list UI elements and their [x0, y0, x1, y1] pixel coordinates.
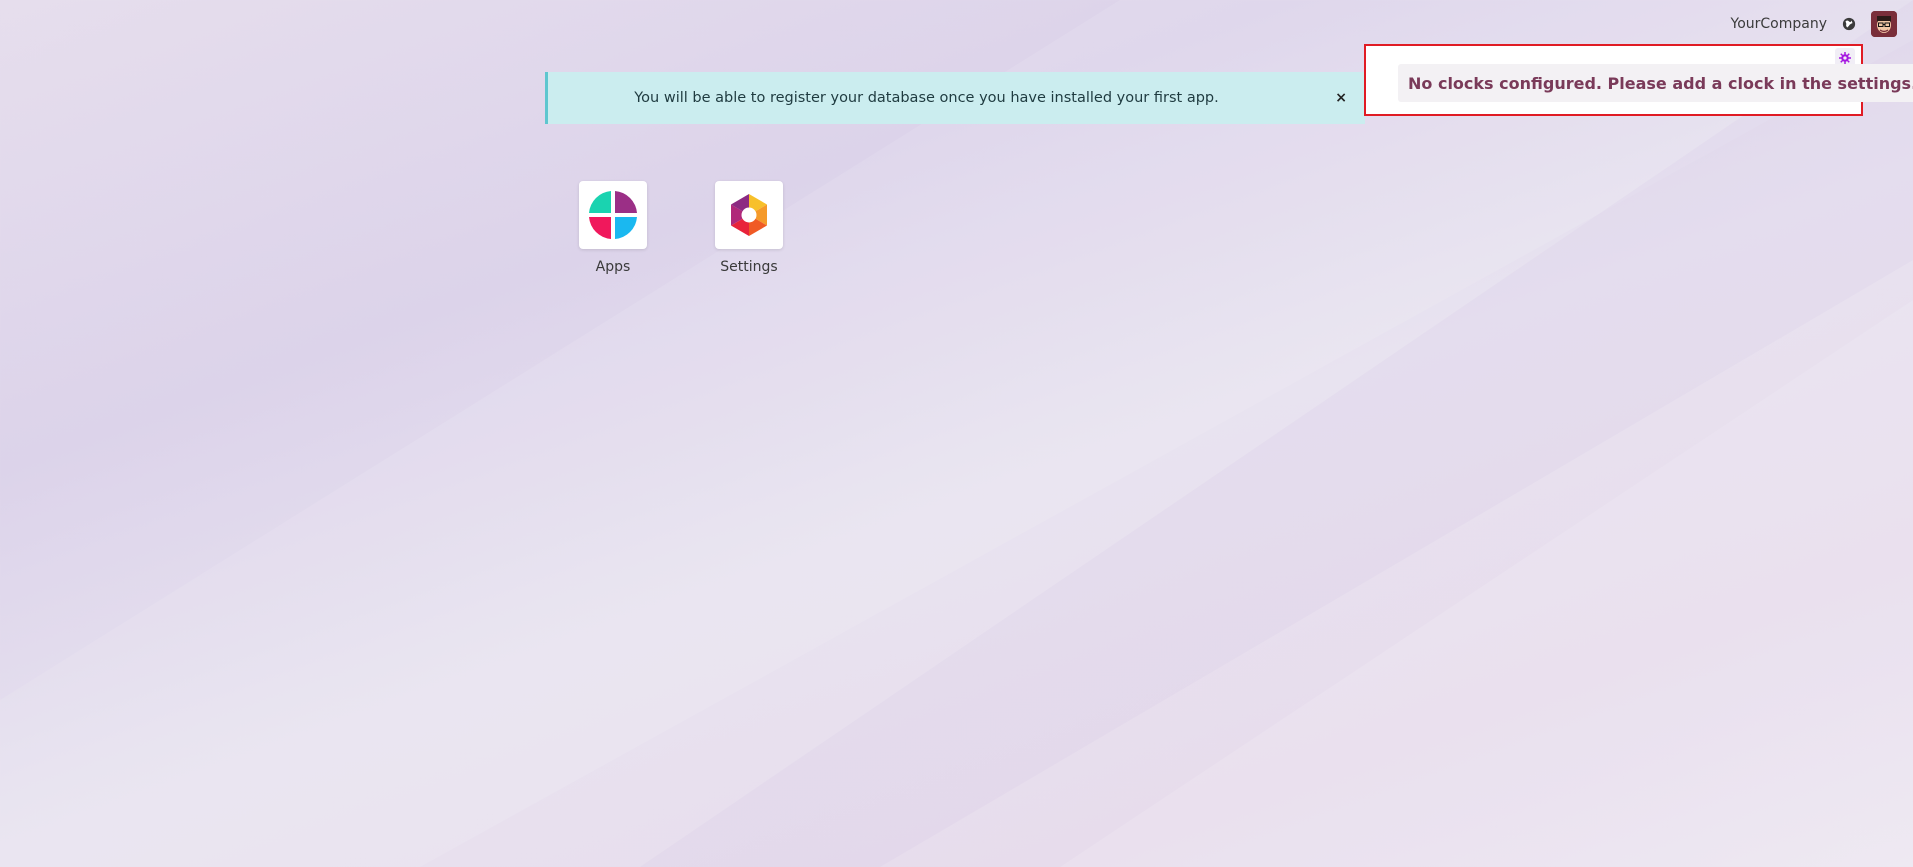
company-switcher[interactable]: YourCompany [1731, 16, 1828, 32]
app-tile-settings[interactable]: Settings [694, 181, 804, 275]
clock-widget: No clocks configured. Please add a clock… [1364, 44, 1913, 116]
registration-alert: You will be able to register your databa… [545, 72, 1365, 124]
close-icon[interactable]: × [1335, 90, 1347, 106]
clock-empty-message: No clocks configured. Please add a clock… [1398, 64, 1913, 102]
app-label-settings: Settings [720, 259, 778, 275]
globe-icon[interactable] [1841, 16, 1857, 32]
alert-message: You will be able to register your databa… [634, 90, 1219, 106]
user-avatar[interactable] [1871, 11, 1897, 37]
app-label-apps: Apps [595, 259, 631, 275]
apps-icon[interactable] [579, 181, 647, 249]
navbar: YourCompany [1731, 0, 1913, 48]
background [0, 0, 1913, 867]
app-tile-apps[interactable]: Apps [558, 181, 668, 275]
settings-icon[interactable] [715, 181, 783, 249]
